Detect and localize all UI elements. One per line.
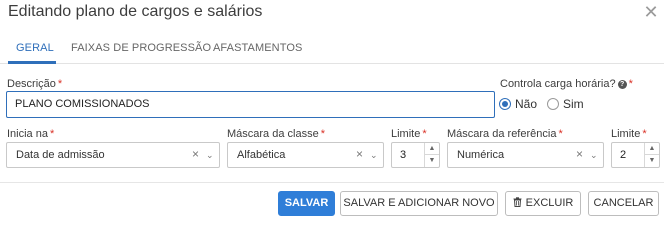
limite-classe-label-text: Limite bbox=[391, 128, 421, 140]
limite-classe-value: 3 bbox=[400, 149, 407, 161]
chevron-down-icon[interactable]: ⌄ bbox=[590, 150, 600, 160]
inicia-na-value: Data de admissão bbox=[16, 149, 105, 161]
spinner-up-icon[interactable]: ▲ bbox=[645, 143, 659, 155]
trash-icon bbox=[513, 193, 522, 216]
chevron-down-icon[interactable]: ⌄ bbox=[370, 150, 380, 160]
mascara-referencia-label-text: Máscara da referência bbox=[447, 128, 557, 140]
radio-nao-label[interactable]: Não bbox=[515, 97, 537, 111]
save-and-add-button[interactable]: SALVAR E ADICIONAR NOVO bbox=[340, 191, 498, 216]
tab-bar: GERAL FAIXAS DE PROGRESSÃO AFASTAMENTOS bbox=[0, 34, 664, 64]
mascara-referencia-value: Numérica bbox=[457, 149, 505, 161]
spinner-arrows: ▲ ▼ bbox=[644, 143, 659, 167]
mascara-classe-label-text: Máscara da classe bbox=[227, 128, 319, 140]
limite-referencia-label-text: Limite bbox=[611, 128, 641, 140]
active-tab-indicator bbox=[8, 61, 56, 64]
limite-classe-spinner[interactable]: 3 ▲ ▼ bbox=[391, 142, 440, 168]
required-mark: * bbox=[422, 128, 427, 140]
mascara-classe-value: Alfabética bbox=[237, 149, 286, 161]
cancel-button[interactable]: CANCELAR bbox=[588, 191, 659, 216]
descricao-label: Descrição * bbox=[7, 77, 62, 91]
radio-sim[interactable] bbox=[547, 98, 560, 110]
limite-classe-label: Limite * bbox=[391, 127, 427, 141]
tab-geral[interactable]: GERAL bbox=[16, 42, 54, 54]
spinner-arrows: ▲ ▼ bbox=[424, 143, 439, 167]
inicia-na-label: Inicia na * bbox=[7, 127, 54, 141]
mascara-classe-select[interactable]: Alfabética × ⌄ bbox=[227, 142, 384, 168]
tab-afastamentos[interactable]: AFASTAMENTOS bbox=[213, 42, 302, 54]
limite-referencia-value: 2 bbox=[620, 149, 627, 161]
clear-icon[interactable]: × bbox=[576, 147, 583, 161]
required-mark: * bbox=[320, 128, 325, 140]
delete-button-label: EXCLUIR bbox=[525, 197, 574, 209]
limite-referencia-spinner[interactable]: 2 ▲ ▼ bbox=[611, 142, 660, 168]
controla-carga-label: Controla carga horária?? * bbox=[500, 77, 633, 91]
mascara-referencia-select[interactable]: Numérica × ⌄ bbox=[447, 142, 604, 168]
dialog-title: Editando plano de cargos e salários bbox=[8, 3, 263, 20]
inicia-na-select[interactable]: Data de admissão × ⌄ bbox=[6, 142, 220, 168]
clear-icon[interactable]: × bbox=[192, 147, 199, 161]
required-mark: * bbox=[628, 78, 633, 90]
spinner-down-icon[interactable]: ▼ bbox=[425, 155, 439, 167]
tab-faixas-de-progressao[interactable]: FAIXAS DE PROGRESSÃO bbox=[71, 42, 211, 54]
chevron-down-icon[interactable]: ⌄ bbox=[206, 150, 216, 160]
required-mark: * bbox=[642, 128, 647, 140]
radio-nao[interactable] bbox=[499, 98, 511, 110]
spinner-down-icon[interactable]: ▼ bbox=[645, 155, 659, 167]
inicia-na-label-text: Inicia na bbox=[7, 128, 48, 140]
help-icon[interactable]: ? bbox=[617, 80, 627, 89]
required-mark: * bbox=[57, 78, 63, 90]
controla-carga-radio-group: Não Sim bbox=[499, 97, 594, 111]
controla-carga-label-text: Controla carga horária? bbox=[500, 78, 616, 90]
footer-divider bbox=[0, 182, 664, 183]
delete-button[interactable]: EXCLUIR bbox=[505, 191, 581, 216]
required-mark: * bbox=[558, 128, 563, 140]
limite-referencia-label: Limite * bbox=[611, 127, 647, 141]
spinner-up-icon[interactable]: ▲ bbox=[425, 143, 439, 155]
save-button[interactable]: SALVAR bbox=[278, 191, 335, 216]
descricao-input[interactable]: PLANO COMISSIONADOS bbox=[6, 91, 495, 118]
required-mark: * bbox=[49, 128, 55, 140]
mascara-referencia-label: Máscara da referência * bbox=[447, 127, 563, 141]
close-icon[interactable]: ✕ bbox=[641, 2, 661, 22]
clear-icon[interactable]: × bbox=[356, 147, 363, 161]
mascara-classe-label: Máscara da classe * bbox=[227, 127, 325, 141]
radio-sim-label[interactable]: Sim bbox=[563, 97, 584, 111]
descricao-label-text: Descrição bbox=[7, 78, 56, 90]
